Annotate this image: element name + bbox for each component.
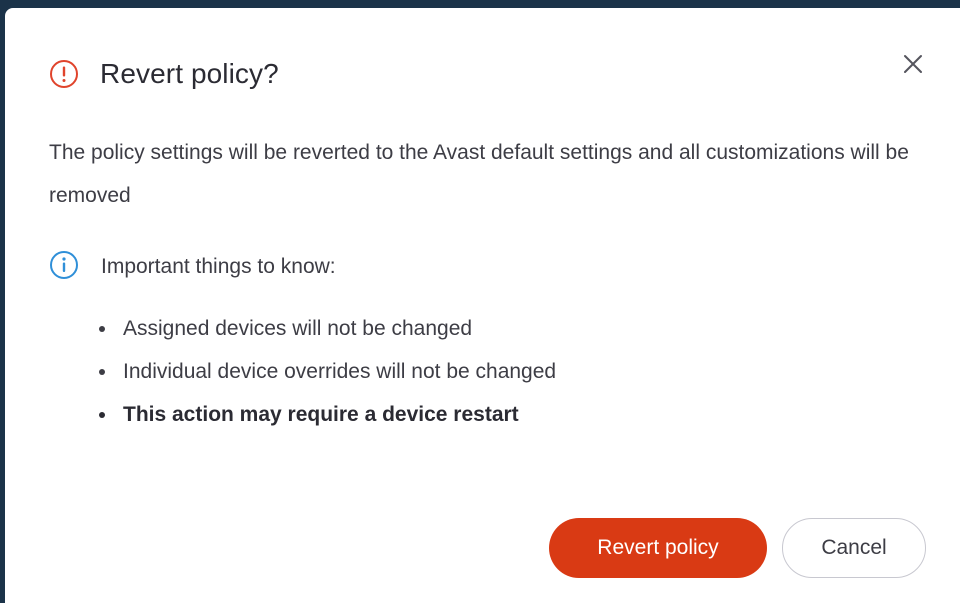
list-item-text: This action may require a device restart [123, 402, 519, 426]
list-item-text: Individual device overrides will not be … [123, 359, 557, 383]
bullet-icon [99, 411, 105, 418]
info-circle-icon [49, 250, 79, 285]
close-button[interactable] [896, 47, 930, 81]
important-list: Assigned devices will not be changed Ind… [93, 307, 556, 436]
bullet-icon [99, 368, 105, 375]
cancel-button[interactable]: Cancel [782, 518, 926, 578]
list-item: Assigned devices will not be changed [93, 307, 556, 350]
alert-circle-icon [49, 59, 79, 89]
list-item-text: Assigned devices will not be changed [123, 316, 473, 340]
info-label: Important things to know: [101, 255, 336, 278]
dialog-title: Revert policy? [100, 58, 279, 89]
revert-policy-dialog: Revert policy? The policy settings will … [5, 8, 960, 603]
dialog-header: Revert policy? [49, 54, 279, 94]
list-item: This action may require a device restart [93, 393, 556, 436]
list-item: Individual device overrides will not be … [93, 350, 556, 393]
bullet-icon [99, 325, 105, 332]
close-icon[interactable] [902, 53, 924, 75]
revert-policy-button[interactable]: Revert policy [549, 518, 767, 578]
info-section: Important things to know: [49, 249, 336, 285]
dialog-description: The policy settings will be reverted to … [49, 141, 909, 207]
